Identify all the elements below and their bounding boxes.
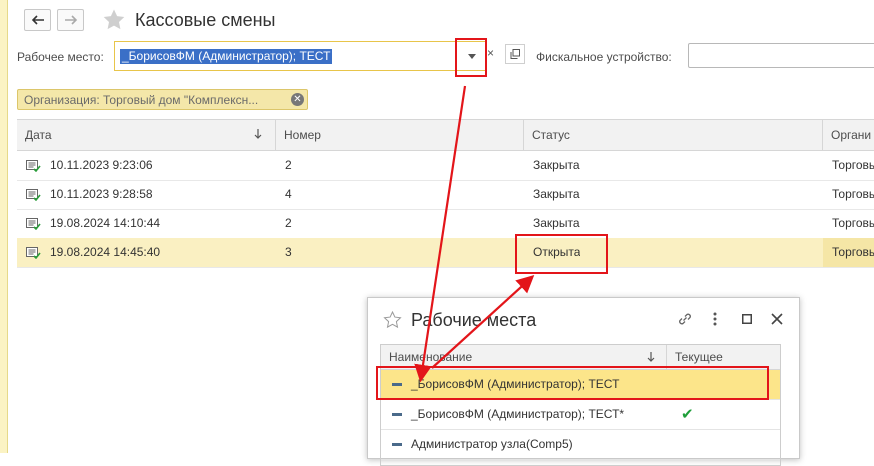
workplace-row-highlight-box [376, 366, 769, 400]
organization-cell: Торговы [832, 158, 874, 172]
receipt-icon [26, 160, 41, 172]
column-header-status[interactable]: Статус [524, 120, 823, 150]
status-cell: Закрыта [533, 158, 580, 172]
back-button[interactable] [24, 9, 51, 31]
date-cell: 19.08.2024 14:45:40 [50, 245, 161, 259]
table-row[interactable]: 10.11.2023 9:28:58 4 Закрыта Торговы [17, 180, 874, 210]
maximize-icon[interactable] [742, 314, 752, 324]
organization-filter-text: Организация: Торговый дом "Комплексн... [24, 93, 259, 107]
workplace-icon [392, 443, 402, 446]
workplaces-table: Наименование Текущее _БорисовФМ (Админис… [380, 344, 781, 466]
workplace-name: _БорисовФМ (Администратор); ТЕСТ* [411, 407, 625, 421]
arrow-left-icon [31, 15, 44, 25]
number-cell: 3 [285, 245, 292, 259]
sort-down-icon [647, 352, 655, 362]
number-cell: 2 [285, 216, 292, 230]
date-cell: 19.08.2024 14:10:44 [50, 216, 161, 230]
fiscal-device-field[interactable] [688, 43, 874, 68]
favorite-star-icon[interactable] [383, 311, 402, 329]
table-row[interactable]: 19.08.2024 14:10:44 2 Закрыта Торговы [17, 209, 874, 239]
clear-icon[interactable]: × [487, 46, 494, 60]
workplace-value: _БорисовФМ (Администратор); ТЕСТ [120, 49, 333, 64]
open-window-icon [510, 49, 520, 59]
link-icon[interactable] [677, 311, 693, 327]
sort-down-icon [254, 129, 262, 139]
more-icon[interactable] [713, 312, 717, 326]
table-row-selected[interactable]: 19.08.2024 14:45:40 3 Открыта Торговый [17, 238, 874, 268]
dropdown-highlight-box [455, 38, 487, 77]
date-cell: 10.11.2023 9:23:06 [50, 158, 153, 172]
column-header-organization[interactable]: Органи [823, 120, 874, 150]
workplace-field[interactable]: _БорисовФМ (Администратор); ТЕСТ [114, 41, 486, 71]
list-item[interactable]: Администратор узла(Comp5) [381, 430, 780, 460]
current-check-icon: ✔ [681, 406, 694, 423]
list-item[interactable]: _БорисовФМ (Администратор); ТЕСТ* ✔ [381, 400, 780, 430]
table-row[interactable]: 10.11.2023 9:23:06 2 Закрыта Торговы [17, 151, 874, 181]
organization-cell: Торговы [832, 187, 874, 201]
receipt-icon [26, 218, 41, 230]
fiscal-device-label: Фискальное устройство: [536, 50, 672, 64]
workplace-name: Администратор узла(Comp5) [411, 437, 573, 451]
workplace-label: Рабочее место: [17, 50, 104, 64]
organization-cell: Торговы [832, 216, 874, 230]
popup-title: Рабочие места [411, 310, 537, 330]
open-workplace-button[interactable] [505, 44, 525, 64]
status-highlight-box [515, 234, 608, 274]
arrow-right-icon [64, 15, 77, 25]
date-cell: 10.11.2023 9:28:58 [50, 187, 153, 201]
receipt-icon [26, 247, 41, 259]
close-icon[interactable] [771, 313, 783, 325]
organization-filter-chip[interactable]: Организация: Торговый дом "Комплексн... … [17, 89, 308, 110]
left-panel-strip [0, 0, 8, 453]
number-cell: 2 [285, 158, 292, 172]
column-header-date[interactable]: Дата [17, 120, 276, 150]
receipt-icon [26, 189, 41, 201]
organization-cell: Торговый [823, 238, 874, 267]
workplace-icon [392, 413, 402, 416]
number-cell: 4 [285, 187, 292, 201]
favorite-star-icon[interactable] [102, 8, 126, 31]
column-header-number[interactable]: Номер [276, 120, 524, 150]
forward-button[interactable] [57, 9, 84, 31]
page-title: Кассовые смены [135, 10, 276, 30]
cash-shifts-table: Дата Номер Статус Органи 10.11.2023 9:23… [17, 119, 874, 280]
remove-filter-icon[interactable]: ✕ [291, 93, 304, 106]
table-header: Дата Номер Статус Органи [17, 120, 874, 151]
status-cell: Закрыта [533, 187, 580, 201]
